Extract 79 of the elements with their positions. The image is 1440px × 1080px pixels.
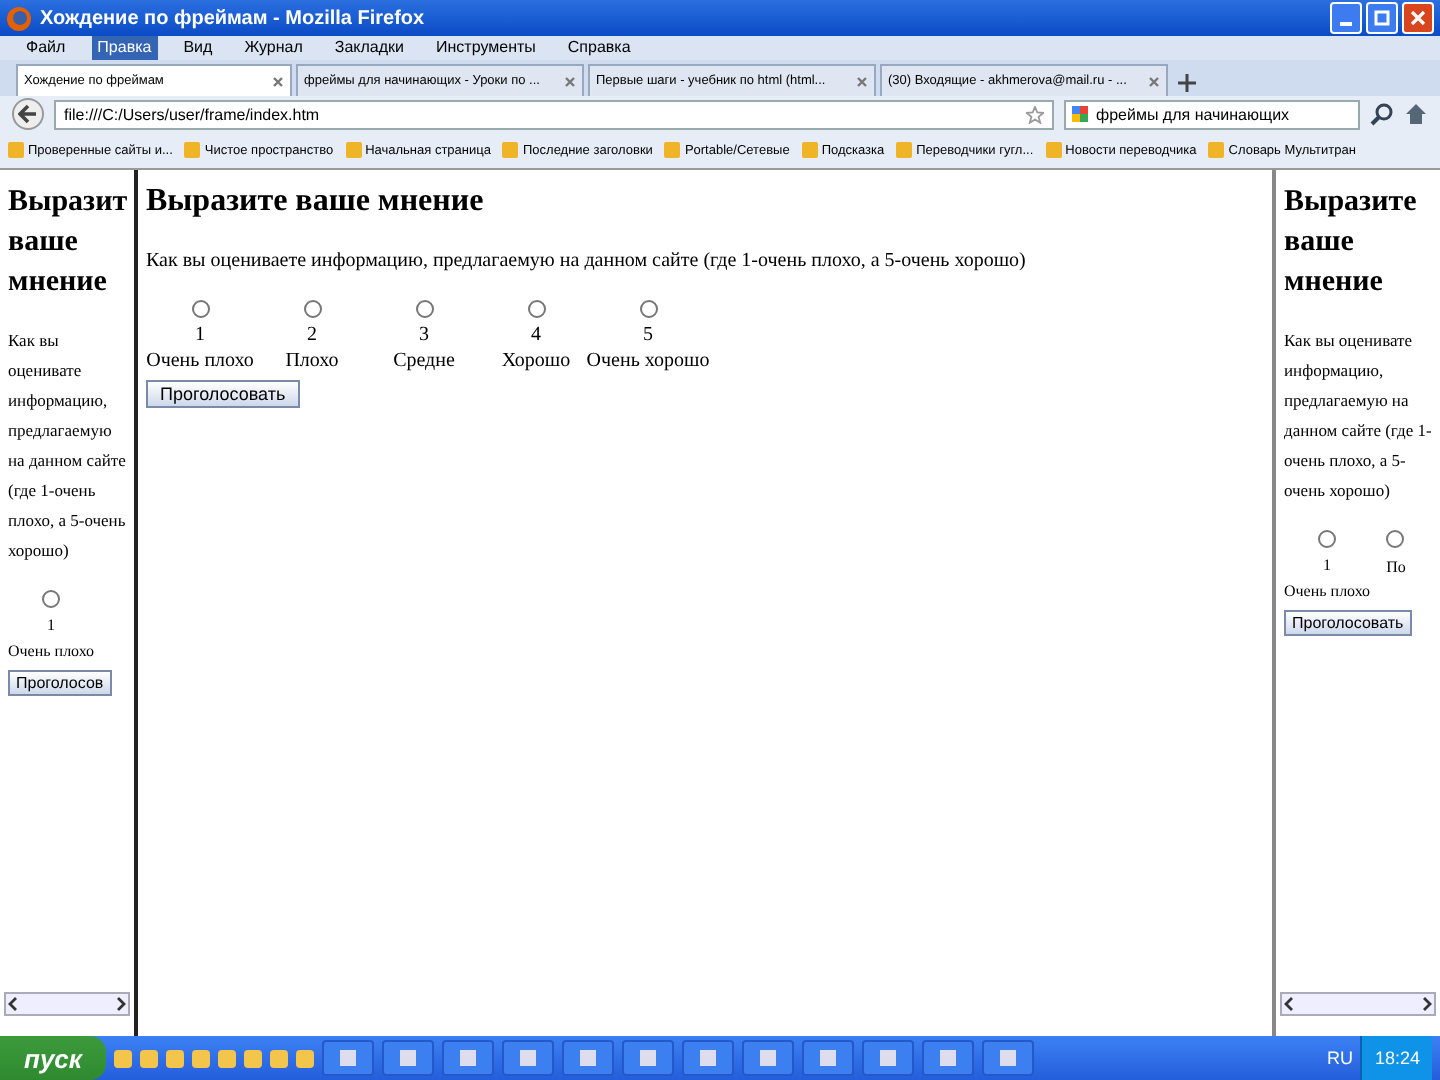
radio-button[interactable] (1318, 530, 1337, 548)
option-number: 1 (47, 614, 56, 638)
question-text: Как вы оцениваете информацию, предлагаемую на данном сайте (где 1-очень плохо, а 5-очень хорошо) (146, 248, 1028, 276)
new-tab-button[interactable] (1172, 68, 1200, 96)
menu-item[interactable]: Закладки (328, 36, 411, 60)
taskbar-button[interactable] (922, 1040, 974, 1076)
star-icon[interactable] (1026, 105, 1044, 123)
radio-button[interactable] (303, 300, 321, 318)
option-number: 2 (307, 324, 317, 348)
frame-heading: Выразите ваше мнение (1284, 184, 1419, 302)
vote-button[interactable]: Проголосовать (146, 380, 300, 408)
menu-item[interactable]: Справка (561, 36, 637, 60)
menu-item[interactable]: Журнал (238, 36, 309, 60)
option-label: Средне (393, 348, 455, 376)
scroll-left-icon[interactable] (6, 996, 22, 1012)
option-number: 1 (1323, 554, 1332, 578)
radio-button[interactable] (42, 590, 61, 608)
taskbar-button[interactable] (682, 1040, 734, 1076)
taskbar-button[interactable] (382, 1040, 434, 1076)
option-label: Очень плохо (146, 348, 254, 376)
horizontal-scrollbar[interactable] (1280, 992, 1436, 1016)
firefox-icon (6, 5, 32, 31)
close-icon[interactable] (856, 75, 868, 87)
taskbar-button[interactable] (622, 1040, 674, 1076)
radio-button[interactable] (1386, 530, 1405, 548)
search-engine-icon[interactable] (1072, 106, 1088, 122)
radio-button[interactable] (527, 300, 545, 318)
scroll-right-icon[interactable] (1418, 996, 1434, 1012)
taskbar-button[interactable] (562, 1040, 614, 1076)
back-button[interactable] (12, 98, 44, 130)
taskbar-button[interactable] (442, 1040, 494, 1076)
minimize-button[interactable] (1330, 2, 1362, 34)
option-number: 3 (419, 324, 429, 348)
horizontal-scrollbar[interactable] (4, 992, 130, 1016)
close-icon (1410, 10, 1426, 26)
question-text: Как вы оценивате информацию, предлагаемую на данном сайте (где 1-очень плохо, а 5-очень хорошо) (1284, 328, 1432, 504)
vote-button[interactable]: Проголосовать (1284, 610, 1412, 636)
option-label: Очень хорошо (586, 348, 710, 376)
maximize-icon (1374, 10, 1390, 26)
question-text: Как вы оценивате информацию, предлагаемую на данном сайте (где 1-очень плохо, а 5-очень хорошо) (8, 328, 126, 564)
option-number: 1 (195, 324, 205, 348)
radio-button[interactable] (415, 300, 433, 318)
search-field[interactable]: фреймы для начинающих (1064, 99, 1360, 129)
option-label: Очень плохо (1284, 580, 1371, 604)
window-title: Хождение по фреймам - Mozilla Firefox (40, 7, 427, 29)
taskbar-button[interactable] (802, 1040, 854, 1076)
frame-heading: Выразит ваше мнение (8, 184, 126, 302)
maximize-button[interactable] (1366, 2, 1398, 34)
home-icon[interactable] (1404, 102, 1428, 126)
clock: 18:24 (1374, 1048, 1420, 1068)
scroll-right-icon[interactable] (112, 996, 128, 1012)
address-field[interactable]: file:///C:/Users/user/frame/index.htm (54, 99, 1054, 129)
menu-item[interactable]: Инструменты (430, 36, 542, 60)
menu-item[interactable]: Файл (20, 36, 72, 60)
option-label: Хорошо (501, 348, 571, 376)
menu-item[interactable]: Вид (177, 36, 219, 60)
close-button[interactable] (1402, 2, 1434, 34)
close-icon[interactable] (272, 75, 284, 87)
start-button[interactable]: пуск (0, 1036, 106, 1080)
close-icon[interactable] (564, 75, 576, 87)
radio-button[interactable] (639, 300, 657, 318)
search-icon[interactable] (1370, 102, 1394, 126)
option-label: По (1386, 556, 1406, 580)
taskbar-button[interactable] (862, 1040, 914, 1076)
taskbar-button[interactable] (982, 1040, 1034, 1076)
radio-button[interactable] (191, 300, 209, 318)
frame-heading: Выразите ваше мнение (146, 182, 486, 222)
scroll-left-icon[interactable] (1282, 996, 1298, 1012)
close-icon[interactable] (1148, 75, 1160, 87)
option-number: 5 (643, 324, 653, 348)
option-number: 4 (531, 324, 541, 348)
language-indicator[interactable]: RU (1326, 1048, 1353, 1068)
taskbar-button[interactable] (322, 1040, 374, 1076)
taskbar-button[interactable] (742, 1040, 794, 1076)
option-label: Очень плохо (8, 640, 95, 664)
option-label: Плохо (285, 348, 339, 376)
taskbar-button[interactable] (502, 1040, 554, 1076)
menu-item[interactable]: Правка (91, 36, 158, 60)
vote-button[interactable]: Проголосов (8, 670, 112, 696)
